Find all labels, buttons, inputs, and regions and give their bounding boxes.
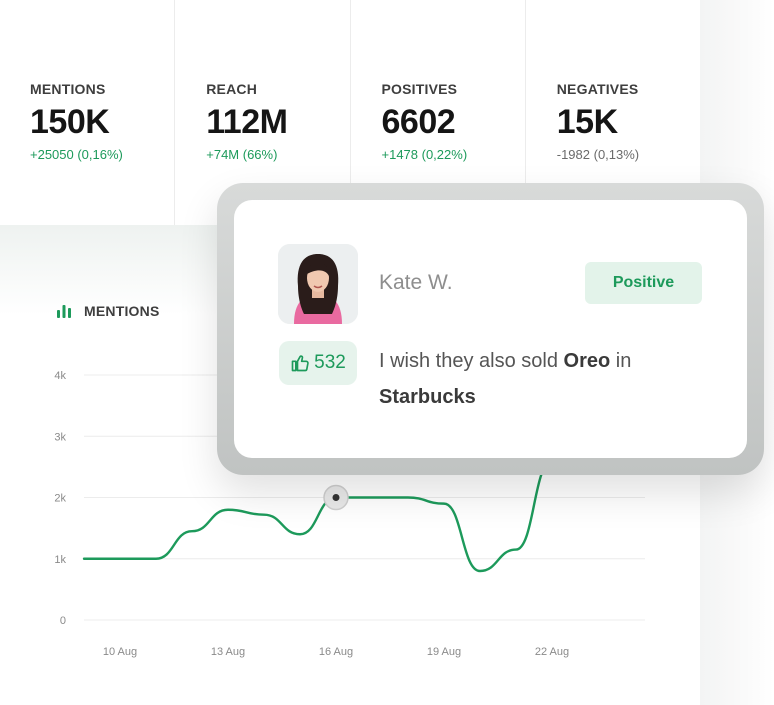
x-tick-label: 10 Aug (103, 646, 137, 658)
likes-count: 532 (314, 352, 346, 373)
post-text-part: Oreo (563, 350, 611, 372)
post-text: I wish they also sold Oreo in Starbucks (379, 343, 719, 415)
sentiment-badge[interactable]: Positive (585, 262, 702, 304)
post-text-part: in (610, 350, 632, 372)
post-text-part: I wish they also sold (379, 350, 564, 372)
mention-popup-card[interactable] (234, 200, 747, 458)
likes-counter[interactable]: 532 (279, 341, 357, 385)
y-tick-label: 3k (54, 431, 66, 443)
post-text-part: Starbucks (379, 386, 476, 408)
avatar-photo (278, 244, 358, 324)
data-point (117, 556, 123, 562)
data-point (477, 568, 483, 574)
x-tick-label: 19 Aug (427, 646, 461, 658)
avatar (278, 244, 358, 324)
x-tick-label: 22 Aug (535, 646, 569, 658)
y-tick-label: 1k (54, 554, 66, 566)
data-point (405, 495, 411, 501)
data-point (441, 501, 447, 507)
x-tick-label: 16 Aug (319, 646, 353, 658)
x-tick-label: 13 Aug (211, 646, 245, 658)
data-point (369, 495, 375, 501)
data-point (297, 531, 303, 537)
series-line (82, 459, 554, 573)
author-name: Kate W. (379, 271, 453, 294)
data-point (225, 507, 231, 513)
data-point (81, 556, 87, 562)
data-point (513, 547, 519, 553)
y-tick-label: 0 (60, 615, 66, 627)
y-tick-label: 2k (54, 493, 66, 505)
highlight-point-dot (332, 494, 340, 501)
data-point (189, 528, 195, 534)
data-point (153, 556, 159, 562)
thumbs-up-icon (291, 355, 309, 372)
y-tick-label: 4k (54, 370, 66, 382)
data-point (261, 512, 267, 518)
